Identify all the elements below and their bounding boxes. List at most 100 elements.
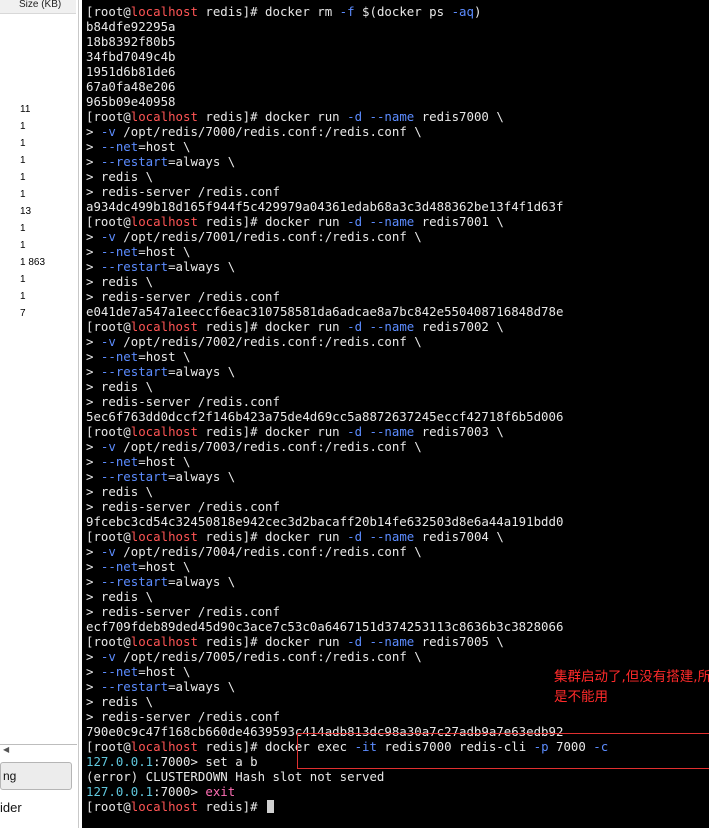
terminal-text-segment: > redis-server /redis.conf xyxy=(86,394,280,409)
terminal-text-segment: =always \ xyxy=(168,259,236,274)
terminal-text-segment: > redis-server /redis.conf xyxy=(86,709,280,724)
terminal-text-segment: localhost xyxy=(130,739,198,754)
terminal-text-segment: 5ec6f763dd0dccf2f146b423a75de4d69cc5a887… xyxy=(86,409,564,424)
terminal-text-segment: > xyxy=(86,259,101,274)
terminal-line: 965b09e40958 xyxy=(86,94,176,109)
terminal-text-segment: 127.0.0.1 xyxy=(86,784,154,799)
terminal-text-segment: redis]# docker run xyxy=(197,634,348,649)
terminal-line: > redis-server /redis.conf xyxy=(86,709,280,724)
terminal-line: 127.0.0.1:7000> set a b xyxy=(86,754,258,769)
terminal-text-segment: > redis \ xyxy=(86,694,154,709)
terminal-text-segment: > redis-server /redis.conf xyxy=(86,604,280,619)
terminal-line: > --restart=always \ xyxy=(86,364,235,379)
size-column-header[interactable]: Size (KB) xyxy=(0,0,76,14)
terminal-text-segment: 18b8392f80b5 xyxy=(86,34,176,49)
terminal-line: > redis-server /redis.conf xyxy=(86,604,280,619)
terminal-text-segment: --name xyxy=(369,109,415,124)
terminal-text-segment: localhost xyxy=(130,634,198,649)
terminal-text-segment: > xyxy=(86,454,101,469)
terminal-text-segment: [root@ xyxy=(86,319,131,334)
terminal-cursor xyxy=(267,800,275,813)
terminal-text-segment: 127.0.0.1 xyxy=(86,754,154,769)
terminal-window[interactable]: [root@localhost redis]# docker rm -f $(d… xyxy=(82,0,709,828)
file-size-value: 7 xyxy=(20,308,26,319)
terminal-text-segment: --net xyxy=(100,139,139,154)
terminal-text-segment: > xyxy=(86,469,101,484)
terminal-text-segment: > redis \ xyxy=(86,274,154,289)
terminal-line: [root@localhost redis]# docker run -d --… xyxy=(86,634,504,649)
terminal-text-segment: > xyxy=(86,244,101,259)
file-size-value: 1 xyxy=(20,189,26,200)
file-size-value: 1 xyxy=(20,121,26,132)
terminal-text-segment: /opt/redis/7003/redis.conf:/redis.conf \ xyxy=(115,439,422,454)
terminal-text-segment: =host \ xyxy=(138,244,191,259)
terminal-text-segment: /opt/redis/7001/redis.conf:/redis.conf \ xyxy=(115,229,422,244)
terminal-text-segment: e041de7a547a1eeccf6eac310758581da6adcae8… xyxy=(86,304,564,319)
terminal-text-segment: [root@ xyxy=(86,424,131,439)
terminal-text-segment: > redis \ xyxy=(86,379,154,394)
terminal-line: a934dc499b18d165f944f5c429979a04361edab6… xyxy=(86,199,563,214)
terminal-line: > --restart=always \ xyxy=(86,154,235,169)
terminal-text-segment: -d xyxy=(347,109,363,124)
terminal-text-segment: > xyxy=(86,439,101,454)
terminal-text-segment: redis7000 \ xyxy=(414,109,504,124)
terminal-text-segment: > xyxy=(86,154,101,169)
file-list-panel: Size (KB) 11 1 1 1 1 1 13 1 1 1 863 1 1 7 ◀ ng ider xyxy=(0,0,79,828)
terminal-line: > --net=host \ xyxy=(86,139,190,154)
terminal-text-segment: --name xyxy=(369,529,415,544)
terminal-line: [root@localhost redis]# docker run -d --… xyxy=(86,214,504,229)
terminal-text-segment: =host \ xyxy=(138,454,191,469)
terminal-line: > --net=host \ xyxy=(86,349,190,364)
terminal-text-segment: --restart xyxy=(100,574,169,589)
terminal-line: > redis \ xyxy=(86,379,153,394)
terminal-text-segment: 34fbd7049c4b xyxy=(86,49,176,64)
file-size-value: 1 xyxy=(20,172,26,183)
terminal-line: > -v /opt/redis/7000/redis.conf:/redis.c… xyxy=(86,124,422,139)
terminal-text-segment: localhost xyxy=(130,4,198,19)
terminal-text-segment: > xyxy=(86,574,101,589)
terminal-line: > -v /opt/redis/7003/redis.conf:/redis.c… xyxy=(86,439,422,454)
terminal-text-segment: [root@ xyxy=(86,739,131,754)
file-size-value: 1 xyxy=(20,240,26,251)
file-size-value: 1 xyxy=(20,291,26,302)
terminal-line: 34fbd7049c4b xyxy=(86,49,176,64)
terminal-line: 18b8392f80b5 xyxy=(86,34,176,49)
terminal-text-segment: localhost xyxy=(130,109,198,124)
terminal-text-segment: redis]# docker run xyxy=(197,214,348,229)
terminal-text-segment: /opt/redis/7005/redis.conf:/redis.conf \ xyxy=(115,649,422,664)
terminal-text-segment: redis]# xyxy=(197,799,266,814)
terminal-text-segment: =always \ xyxy=(168,574,236,589)
scroll-left-arrow-icon[interactable]: ◀ xyxy=(3,745,9,754)
terminal-text-segment: redis]# docker run xyxy=(197,424,348,439)
terminal-text-segment: 1951d6b81de6 xyxy=(86,64,176,79)
terminal-text-segment: redis]# docker run xyxy=(197,529,348,544)
terminal-line: [root@localhost redis]# docker run -d --… xyxy=(86,109,504,124)
terminal-text-segment: -v xyxy=(100,124,116,139)
annotation-line-2: 是不能用 xyxy=(554,689,608,705)
terminal-text-segment: --net xyxy=(100,244,139,259)
terminal-text-segment: /opt/redis/7000/redis.conf:/redis.conf \ xyxy=(115,124,422,139)
file-size-value: 1 863 xyxy=(20,257,46,268)
terminal-text-segment: --name xyxy=(369,424,415,439)
terminal-text-segment: =host \ xyxy=(138,139,191,154)
terminal-text-segment: --net xyxy=(100,454,139,469)
terminal-line: > -v /opt/redis/7005/redis.conf:/redis.c… xyxy=(86,649,422,664)
terminal-text-segment: > redis \ xyxy=(86,589,154,604)
terminal-text-segment: > xyxy=(86,679,101,694)
terminal-line: 67a0fa48e206 xyxy=(86,79,176,94)
terminal-text-segment: --restart xyxy=(100,154,169,169)
panel-button[interactable]: ng xyxy=(0,762,72,790)
terminal-text-segment: -v xyxy=(100,229,116,244)
terminal-text-segment: =always \ xyxy=(168,679,236,694)
terminal-text-segment: 9fcebc3cd54c32450818e942cec3d2bacaff20b1… xyxy=(86,514,564,529)
terminal-text-segment: -v xyxy=(100,439,116,454)
terminal-text-segment: [root@ xyxy=(86,4,131,19)
terminal-text-segment: -v xyxy=(100,649,116,664)
annotation-line-1: 集群启动了,但没有搭建,所以还j xyxy=(554,669,709,685)
terminal-text-segment: -aq xyxy=(451,4,474,19)
terminal-text-segment: [root@ xyxy=(86,529,131,544)
terminal-line: > --net=host \ xyxy=(86,559,190,574)
panel-bottom-label: ider xyxy=(0,800,22,815)
